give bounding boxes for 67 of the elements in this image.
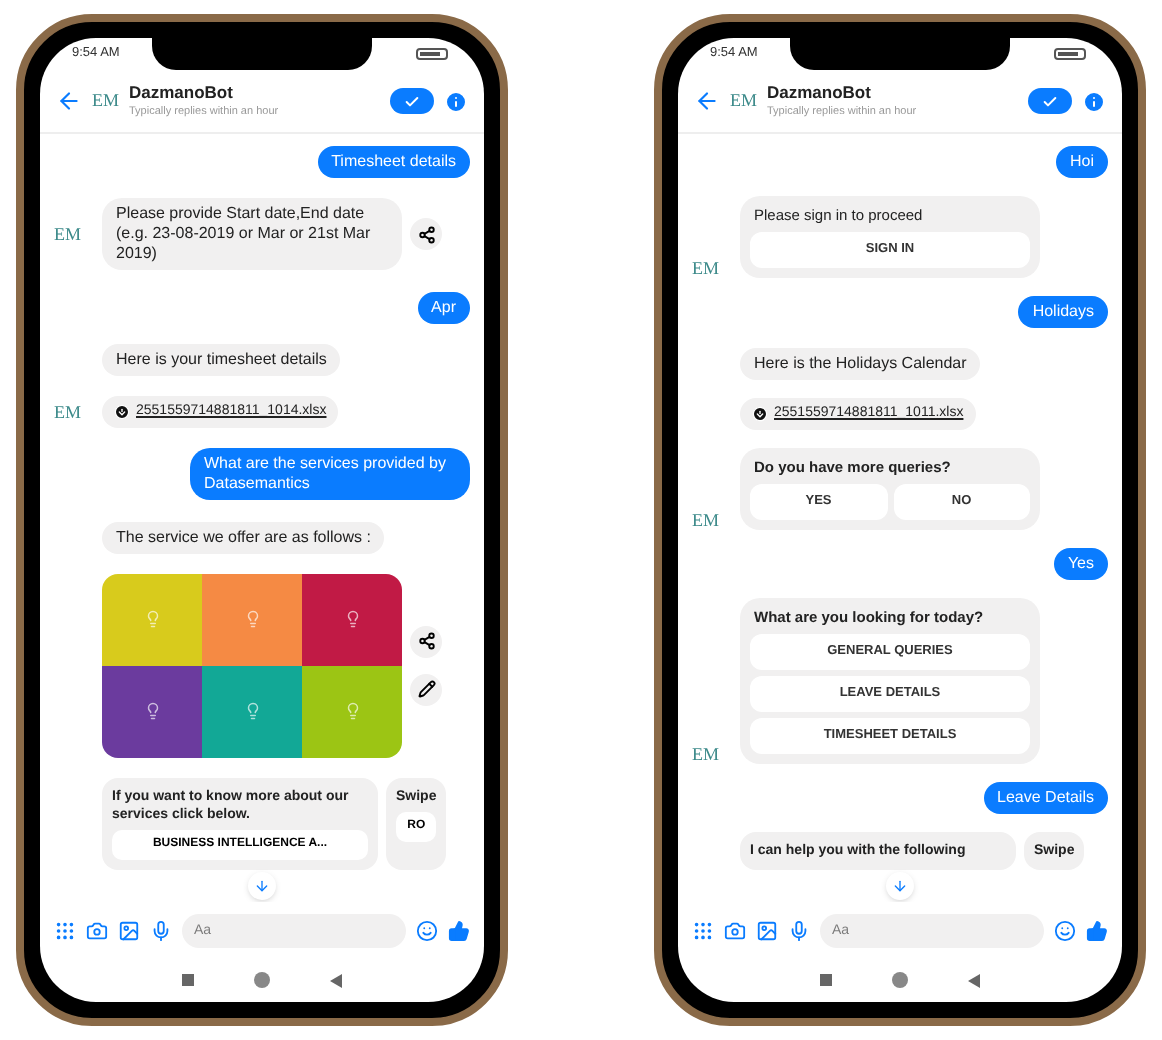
bot-logo: EM [730,87,757,114]
apps-icon[interactable] [692,919,714,941]
emoji-icon[interactable] [416,919,438,941]
service-icon [343,702,361,721]
check-button[interactable] [1028,88,1072,114]
service-tile[interactable] [302,573,402,666]
back-icon[interactable] [694,88,720,114]
service-icon [143,702,161,721]
scroll-down-button[interactable] [886,872,914,900]
like-icon[interactable] [1086,919,1108,941]
user-message: Hoi [1055,146,1108,178]
share-icon[interactable] [410,625,442,658]
check-icon [404,93,420,109]
user-message: Yes [1053,548,1108,580]
back-nav-icon[interactable] [968,973,980,987]
bot-logo: EM [54,225,81,244]
service-tile[interactable] [202,665,302,758]
camera-icon[interactable] [724,919,746,941]
service-tile[interactable] [202,573,302,666]
bot-logo: EM [692,745,719,763]
bot-message: Please provide Start date,End date (e.g. 23-08-2019 or Mar or 21st Mar 2019) [102,198,402,271]
info-icon[interactable] [444,89,468,113]
apps-icon[interactable] [54,919,76,941]
bot-logo: EM [692,511,719,530]
check-icon [1042,93,1058,109]
download-icon [114,404,130,420]
bot-logo: EM [692,260,719,278]
gallery-icon[interactable] [118,919,140,941]
like-icon[interactable] [448,919,470,941]
user-message: Leave Details [983,781,1108,814]
microphone-icon[interactable] [150,919,172,941]
service-tile[interactable] [102,665,202,758]
service-tile[interactable] [102,573,202,666]
user-message: Timesheet details [317,146,470,178]
bot-name: DazmanoBot [767,82,873,104]
home-icon[interactable] [892,972,908,988]
back-nav-icon[interactable] [330,973,342,987]
emoji-icon[interactable] [1054,919,1076,941]
service-icon [243,702,261,721]
gallery-icon[interactable] [756,919,778,941]
bot-message: Here is the Holidays Calendar [740,347,981,379]
battery-icon [1054,48,1090,60]
service-icon [143,610,161,629]
service-icon [343,610,361,629]
home-icon[interactable] [254,972,270,988]
battery-icon [416,48,452,60]
bot-message: Here is your timesheet details [102,343,341,376]
user-message: Apr [417,291,470,323]
user-message: What are the services provided by Datasemantics [190,448,470,501]
back-icon[interactable] [56,88,82,114]
check-button[interactable] [390,88,434,114]
arrow-down-icon [254,878,270,894]
bot-logo: EM [54,403,81,421]
info-icon[interactable] [1082,89,1106,113]
camera-icon[interactable] [86,919,108,941]
share-icon[interactable] [410,218,442,251]
bot-message: The service we offer are as follows : [102,521,385,553]
bot-name: DazmanoBot [129,82,235,104]
edit-icon[interactable] [410,673,442,706]
service-tile[interactable] [302,665,402,758]
download-icon [752,405,768,422]
microphone-icon[interactable] [788,919,810,941]
user-message: Holidays [1018,296,1108,329]
service-icon [243,610,261,629]
scroll-down-button[interactable] [248,872,276,900]
arrow-down-icon [892,878,908,894]
bot-logo: EM [92,87,119,114]
